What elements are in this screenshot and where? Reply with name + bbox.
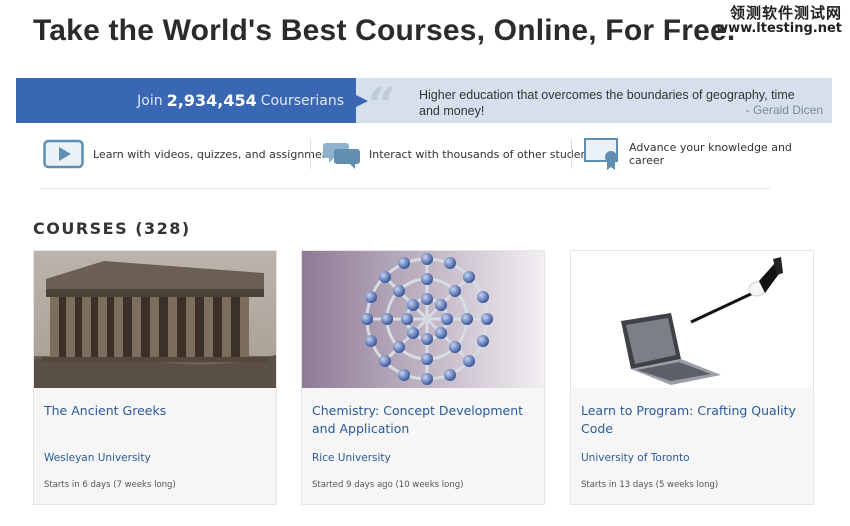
chat-bubbles-icon [323, 139, 361, 169]
course-title[interactable]: Chemistry: Concept Development and Appli… [312, 402, 534, 438]
courses-heading: COURSES (328) [33, 219, 191, 238]
page-headline: Take the World's Best Courses, Online, F… [33, 14, 736, 47]
feature-item-advance: Advance your knowledge and career [583, 135, 818, 173]
course-university[interactable]: Rice University [312, 452, 391, 464]
feature-divider [571, 139, 572, 169]
course-university[interactable]: University of Toronto [581, 452, 690, 464]
feature-label: Learn with videos, quizzes, and assignme… [93, 147, 339, 161]
course-dates: Starts in 6 days (7 weeks long) [44, 480, 176, 490]
join-count: 2,934,454 [166, 91, 257, 110]
join-suffix: Courserians [260, 92, 344, 109]
divider [40, 188, 770, 189]
feature-divider [310, 139, 311, 169]
feature-label: Advance your knowledge and career [629, 141, 792, 167]
video-icon [43, 139, 85, 169]
join-arrow-icon [352, 93, 368, 109]
testimonial-author: - Gerald Dicen [745, 103, 823, 117]
quote-mark-icon: “ [368, 78, 396, 134]
course-dates: Started 9 days ago (10 weeks long) [312, 480, 464, 490]
course-image-parthenon[interactable] [34, 251, 276, 388]
course-card[interactable]: Chemistry: Concept Development and Appli… [301, 250, 545, 505]
course-title[interactable]: The Ancient Greeks [44, 402, 266, 420]
feature-list: Learn with videos, quizzes, and assignme… [33, 135, 818, 173]
feature-item-videos: Learn with videos, quizzes, and assignme… [43, 135, 339, 173]
certificate-icon [583, 137, 621, 171]
feature-item-interact: Interact with thousands of other student… [323, 135, 598, 173]
join-counter[interactable]: Join 2,934,454 Courserians [16, 78, 356, 123]
feature-label: Interact with thousands of other student… [369, 147, 598, 161]
course-image-laptop[interactable] [571, 251, 813, 388]
testimonial-box: “ Higher education that overcomes the bo… [356, 78, 832, 134]
course-card[interactable]: The Ancient Greeks Wesleyan University S… [33, 250, 277, 505]
join-prefix: Join [137, 92, 163, 109]
course-title[interactable]: Learn to Program: Crafting Quality Code [581, 402, 803, 438]
course-dates: Starts in 13 days (5 weeks long) [581, 480, 719, 490]
course-image-buckyball[interactable] [302, 251, 544, 388]
course-card[interactable]: Learn to Program: Crafting Quality Code … [570, 250, 814, 505]
course-university[interactable]: Wesleyan University [44, 452, 151, 464]
join-banner: Join 2,934,454 Courserians “ Higher educ… [16, 78, 832, 134]
